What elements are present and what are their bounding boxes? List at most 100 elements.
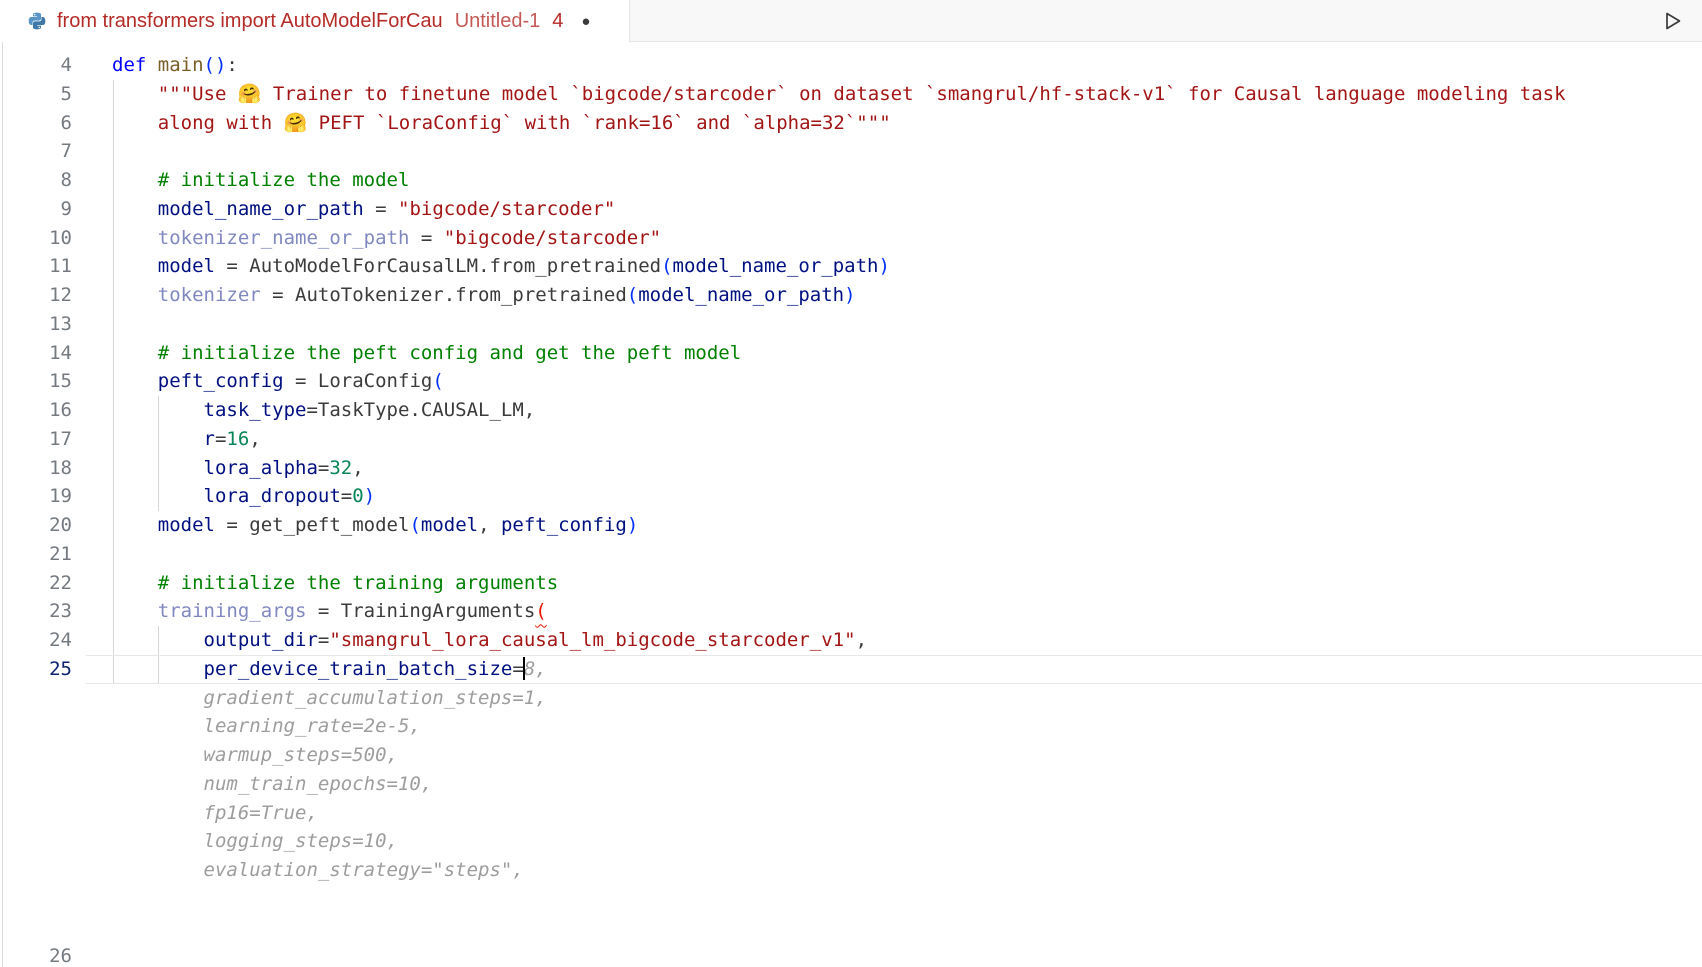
indent-guide	[113, 597, 114, 626]
indent-guide	[113, 252, 114, 281]
line-content[interactable]: # initialize the model	[112, 166, 1702, 195]
line-content[interactable]: tokenizer = AutoTokenizer.from_pretraine…	[112, 281, 1702, 310]
line-number[interactable]: 11	[0, 252, 112, 281]
code-token-var: peft_config	[501, 514, 627, 536]
line-number[interactable]: 25	[0, 655, 112, 684]
line-content[interactable]	[112, 885, 1702, 914]
line-content[interactable]: peft_config = LoraConfig(	[112, 367, 1702, 396]
code-token-uvar: training_args	[158, 600, 307, 622]
line-number[interactable]: 19	[0, 482, 112, 511]
line-number[interactable]: 22	[0, 569, 112, 598]
line-content[interactable]: tokenizer_name_or_path = "bigcode/starco…	[112, 224, 1702, 253]
line-content[interactable]	[112, 942, 1702, 967]
line-number[interactable]: 12	[0, 281, 112, 310]
line-number[interactable]: 20	[0, 511, 112, 540]
indent-guide	[113, 655, 114, 684]
line-number[interactable]	[0, 885, 112, 914]
line-content[interactable]: lora_dropout=0)	[112, 482, 1702, 511]
code-token-uvar: tokenizer	[158, 284, 261, 306]
indent-guide	[158, 655, 159, 684]
line-number[interactable]: 21	[0, 540, 112, 569]
indent-guide	[113, 540, 114, 569]
indent-guide	[113, 281, 114, 310]
indent-guide	[113, 396, 114, 425]
line-content[interactable]: lora_alpha=32,	[112, 454, 1702, 483]
line-number[interactable]: 8	[0, 166, 112, 195]
code-token-br: (	[661, 255, 672, 277]
code-token-txt: =	[215, 428, 226, 450]
line-content[interactable]: num_train_epochs=10,	[112, 770, 1702, 799]
line-content[interactable]: logging_steps=10,	[112, 827, 1702, 856]
line-number[interactable]: 6	[0, 109, 112, 138]
code-token-br: (	[432, 370, 443, 392]
line-number[interactable]: 13	[0, 310, 112, 339]
code-line: 20 model = get_peft_model(model, peft_co…	[0, 511, 1702, 540]
line-content[interactable]: # initialize the peft config and get the…	[112, 339, 1702, 368]
line-number[interactable]: 18	[0, 454, 112, 483]
line-number[interactable]: 26	[0, 942, 112, 967]
line-number[interactable]: 23	[0, 597, 112, 626]
line-content[interactable]: model = AutoModelForCausalLM.from_pretra…	[112, 252, 1702, 281]
line-number[interactable]	[0, 770, 112, 799]
line-content[interactable]	[112, 137, 1702, 166]
line-number[interactable]	[0, 684, 112, 713]
line-number[interactable]: 17	[0, 425, 112, 454]
line-content[interactable]: learning_rate=2e-5,	[112, 712, 1702, 741]
line-number[interactable]: 16	[0, 396, 112, 425]
line-number[interactable]: 14	[0, 339, 112, 368]
line-number[interactable]: 10	[0, 224, 112, 253]
line-content[interactable]: per_device_train_batch_size=8,	[112, 655, 1702, 684]
ghost-suggestion-text: logging_steps=10,	[112, 830, 398, 852]
code-token-var: model_name_or_path	[158, 198, 364, 220]
line-number[interactable]	[0, 712, 112, 741]
indent-guide	[113, 195, 114, 224]
code-area[interactable]: 4def main():5 """Use 🤗 Trainer to finetu…	[0, 51, 1702, 967]
tab-dirty-dot-icon[interactable]: ●	[581, 13, 590, 30]
code-token-txt	[112, 284, 158, 306]
code-token-str: "bigcode/starcoder"	[444, 227, 661, 249]
code-line: gradient_accumulation_steps=1,	[0, 684, 1702, 713]
line-number[interactable]	[0, 799, 112, 828]
line-number[interactable]	[0, 914, 112, 943]
line-content[interactable]: evaluation_strategy="steps",	[112, 856, 1702, 885]
ghost-suggestion-text: 8,	[524, 658, 547, 680]
line-number[interactable]: 9	[0, 195, 112, 224]
code-token-fn: main	[158, 54, 204, 76]
line-content[interactable]: task_type=TaskType.CAUSAL_LM,	[112, 396, 1702, 425]
code-line: 19 lora_dropout=0)	[0, 482, 1702, 511]
line-content[interactable]: """Use 🤗 Trainer to finetune model `bigc…	[112, 80, 1702, 109]
line-number[interactable]: 5	[0, 80, 112, 109]
line-content[interactable]: # initialize the training arguments	[112, 569, 1702, 598]
line-number[interactable]	[0, 741, 112, 770]
code-line: 10 tokenizer_name_or_path = "bigcode/sta…	[0, 224, 1702, 253]
line-content[interactable]	[112, 540, 1702, 569]
code-token-var: per_device_train_batch_size	[204, 658, 513, 680]
line-content[interactable]	[112, 310, 1702, 339]
line-content[interactable]: training_args = TrainingArguments(	[112, 597, 1702, 626]
line-number[interactable]: 24	[0, 626, 112, 655]
code-line: num_train_epochs=10,	[0, 770, 1702, 799]
line-number[interactable]: 4	[0, 51, 112, 80]
line-content[interactable]: def main():	[112, 51, 1702, 80]
line-number[interactable]	[0, 827, 112, 856]
code-token-var: model	[158, 255, 215, 277]
line-number[interactable]: 15	[0, 367, 112, 396]
line-number[interactable]: 7	[0, 137, 112, 166]
run-button[interactable]	[1658, 7, 1686, 35]
code-editor[interactable]: 4def main():5 """Use 🤗 Trainer to finetu…	[0, 42, 1702, 967]
line-content[interactable]: output_dir="smangrul_lora_causal_lm_bigc…	[112, 626, 1702, 655]
line-content[interactable]: along with 🤗 PEFT `LoraConfig` with `ran…	[112, 109, 1702, 138]
line-content[interactable]: model_name_or_path = "bigcode/starcoder"	[112, 195, 1702, 224]
code-token-br: ()	[204, 54, 227, 76]
line-content[interactable]: r=16,	[112, 425, 1702, 454]
code-line: 12 tokenizer = AutoTokenizer.from_pretra…	[0, 281, 1702, 310]
python-file-icon	[27, 11, 47, 31]
line-content[interactable]: gradient_accumulation_steps=1,	[112, 684, 1702, 713]
line-content[interactable]: warmup_steps=500,	[112, 741, 1702, 770]
line-content[interactable]: model = get_peft_model(model, peft_confi…	[112, 511, 1702, 540]
code-token-kw: def	[112, 54, 158, 76]
line-content[interactable]	[112, 914, 1702, 943]
line-content[interactable]: fp16=True,	[112, 799, 1702, 828]
line-number[interactable]	[0, 856, 112, 885]
tab-untitled-1[interactable]: from transformers import AutoModelForCau…	[0, 0, 630, 42]
